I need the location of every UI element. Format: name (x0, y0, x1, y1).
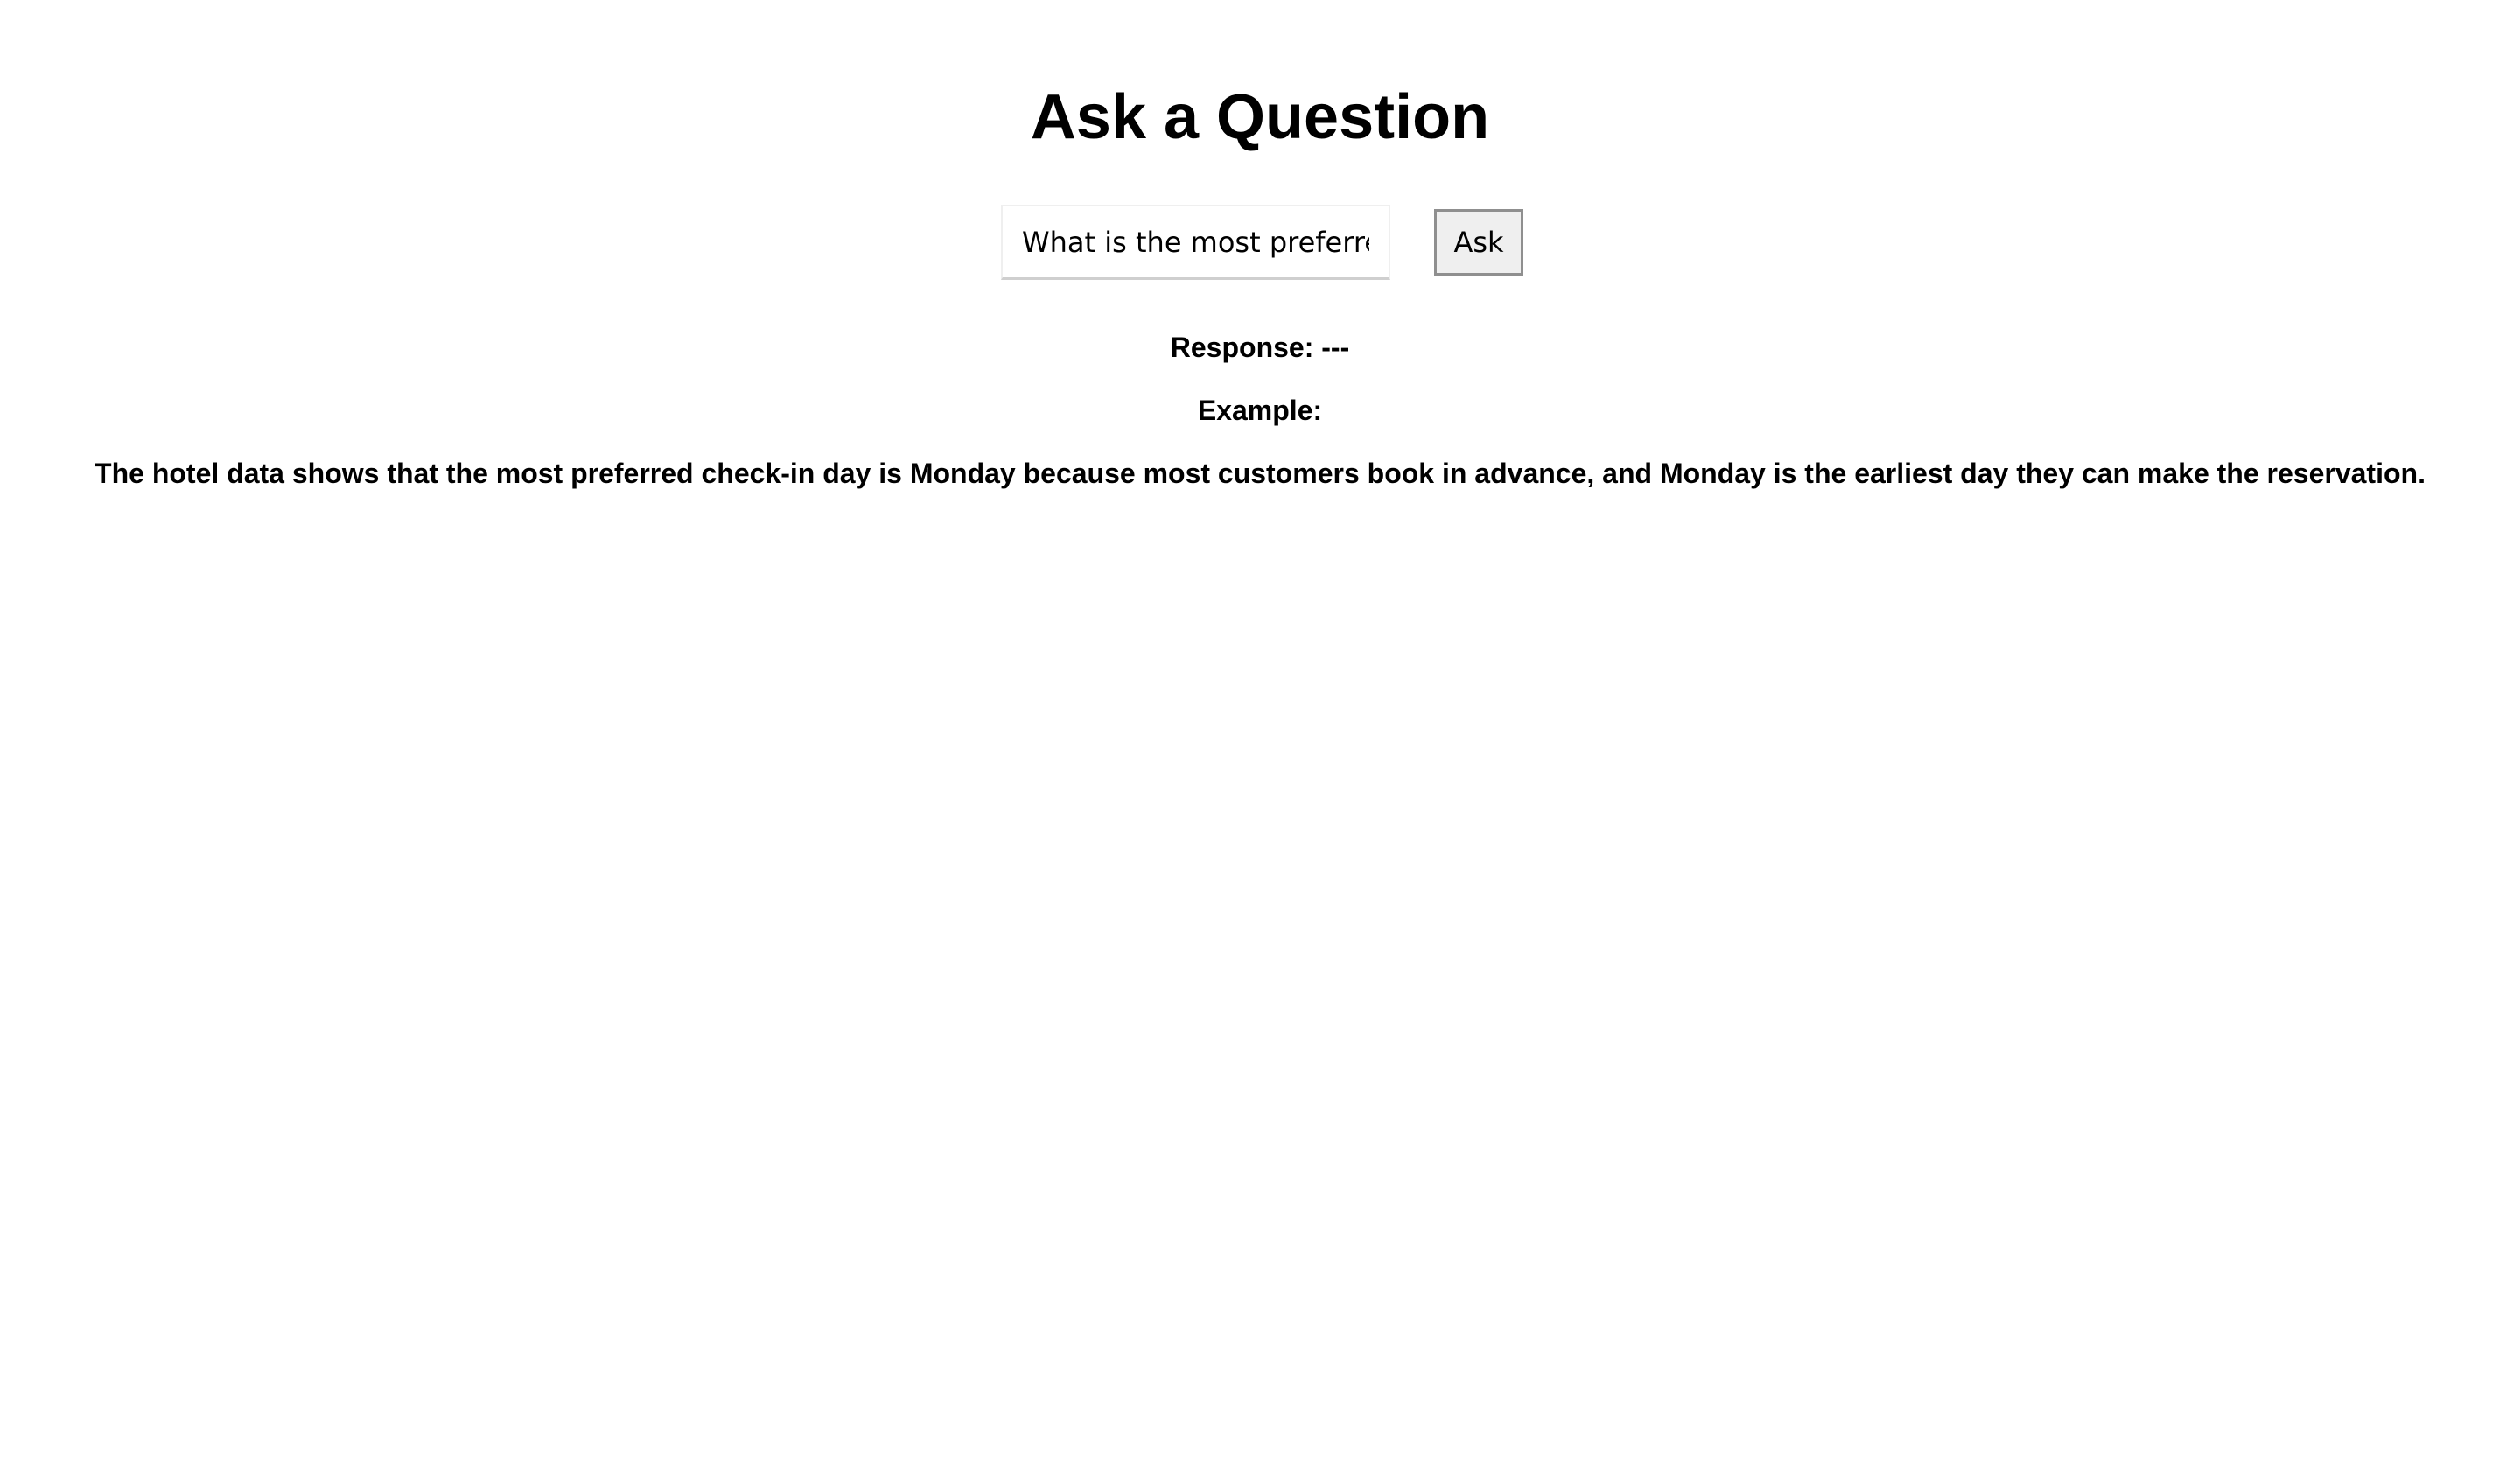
ask-button[interactable]: Ask (1434, 209, 1523, 276)
page: Ask a Question Ask Response: --- Example… (0, 0, 2520, 1482)
question-input[interactable] (1001, 205, 1390, 280)
page-title: Ask a Question (1030, 82, 1490, 152)
response-text: Response: --- (1170, 332, 1350, 363)
example-label: Example: (1197, 395, 1323, 426)
example-text: The hotel data shows that the most prefe… (94, 458, 2426, 489)
ask-form: Ask (1001, 205, 1523, 280)
